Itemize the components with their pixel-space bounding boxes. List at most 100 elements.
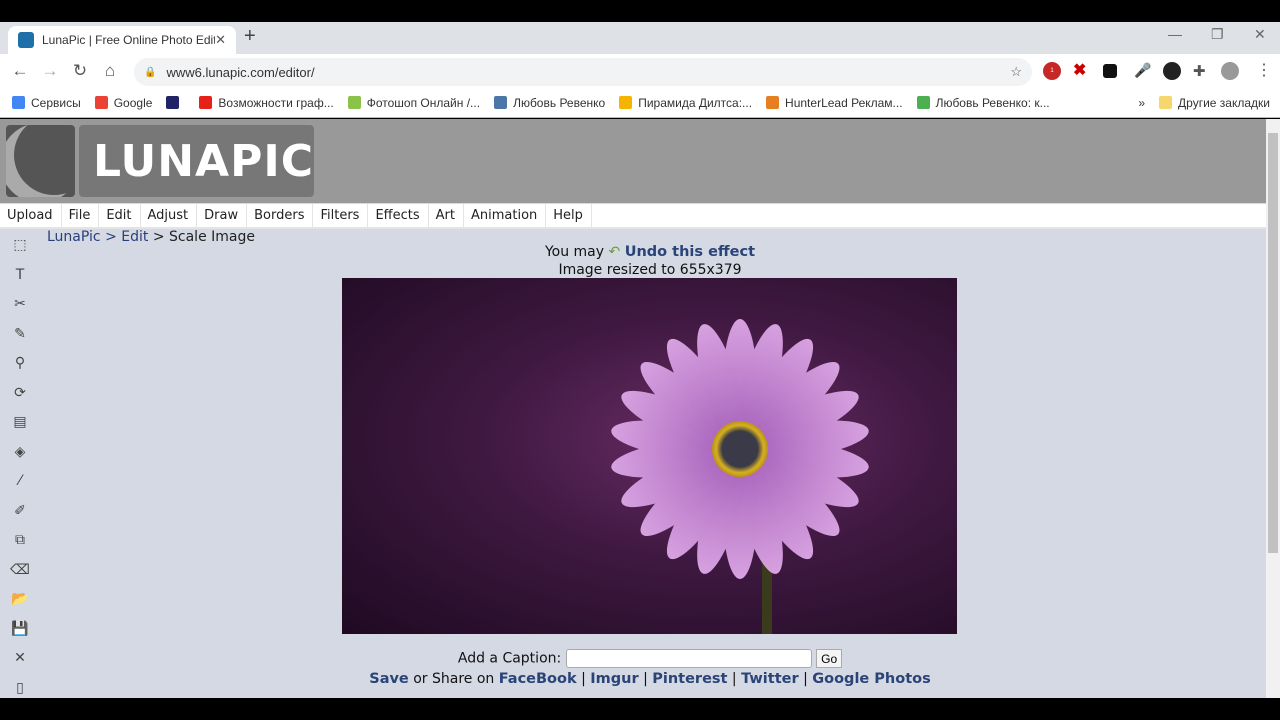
other-bookmarks[interactable]: Другие закладки (1159, 96, 1270, 110)
brush-icon[interactable]: ✐ (8, 503, 32, 533)
text-icon[interactable]: T (8, 267, 32, 297)
browser-tab[interactable]: LunaPic | Free Online Photo Editor ✕ (8, 26, 236, 54)
save-link[interactable]: Save (369, 671, 409, 687)
menu-help[interactable]: Help (546, 204, 592, 227)
menu-edit[interactable]: Edit (99, 204, 141, 227)
share-google-photos-link[interactable]: Google Photos (812, 671, 931, 687)
profile-avatar[interactable] (1221, 62, 1239, 80)
restore-button[interactable]: ❐ (1211, 26, 1224, 43)
page-scrollbar[interactable] (1266, 119, 1280, 698)
notice-text: You may (544, 244, 605, 260)
x-extension-icon[interactable]: ✖ (1073, 62, 1091, 80)
close-window-button[interactable]: ✕ (1254, 26, 1266, 43)
clone-icon[interactable]: ⧉ (8, 532, 32, 562)
tab-title: LunaPic | Free Online Photo Editor (42, 33, 216, 47)
browser-toolbar: ← → ↻ ⌂ 🔒 www6.lunapic.com/editor/ ☆ 1 ✖… (0, 54, 1280, 88)
bookmark-item[interactable]: Возможности граф... (199, 96, 334, 110)
extension-icon[interactable] (1103, 64, 1117, 78)
lunapic-favicon-icon (18, 32, 34, 48)
bookmark-item[interactable]: Пирамида Дилтса:... (619, 96, 752, 110)
menu-draw[interactable]: Draw (197, 204, 248, 227)
back-button[interactable]: ← (5, 61, 35, 81)
bookmark-label: Фотошоп Онлайн /... (366, 95, 481, 110)
bookmark-favicon-icon (199, 96, 213, 109)
breadcrumb-edit[interactable]: Edit (121, 229, 148, 245)
bookmark-star-icon[interactable]: ☆ (1010, 64, 1022, 80)
select-icon[interactable]: ⬚ (8, 237, 32, 267)
gradient-icon[interactable]: ▤ (8, 414, 32, 444)
folder-icon (1159, 96, 1173, 109)
go-button[interactable]: Go (816, 649, 843, 668)
undo-arrow-icon: ↶ (608, 244, 621, 260)
status-text: Image resized to 655x379 (558, 262, 742, 278)
menu-filters[interactable]: Filters (313, 204, 369, 227)
more-bookmarks-chevron-icon[interactable]: » (1138, 96, 1145, 110)
bookmarks-bar: Сервисы Google Возможности граф... Фотошоп … (0, 88, 1280, 118)
share-text: or Share on (413, 671, 495, 687)
bookmark-favicon-icon (94, 96, 108, 109)
caption-label: Add a Caption: (457, 650, 562, 667)
close-icon[interactable]: ✕ (8, 650, 32, 680)
magnifier-icon[interactable]: ⚲ (8, 355, 32, 385)
share-facebook-link[interactable]: FaceBook (499, 671, 577, 687)
reload-button[interactable]: ↻ (65, 61, 95, 81)
eyedropper-icon[interactable]: ⁄ (8, 473, 32, 503)
bookmark-item[interactable]: HunterLead Реклам... (766, 96, 903, 110)
scissors-icon[interactable]: ✂ (8, 296, 32, 326)
breadcrumb-sep: > (152, 229, 165, 245)
scrollbar-thumb[interactable] (1268, 133, 1278, 553)
paint-bucket-icon[interactable]: ◈ (8, 444, 32, 474)
edited-image-flower[interactable] (342, 278, 957, 634)
lunapic-logo[interactable]: LUNAPIC (6, 125, 314, 197)
bookmark-item[interactable] (166, 96, 185, 109)
pencil-icon[interactable]: ✎ (8, 326, 32, 356)
download-extension-icon[interactable] (1163, 62, 1181, 80)
lock-icon: 🔒 (144, 66, 157, 78)
open-folder-icon[interactable]: 📂 (8, 591, 32, 621)
breadcrumb-home[interactable]: LunaPic (47, 229, 101, 245)
share-imgur-link[interactable]: Imgur (590, 671, 638, 687)
close-tab-icon[interactable]: ✕ (215, 32, 226, 48)
menu-art[interactable]: Art (429, 204, 464, 227)
screen-bottom-bar (0, 698, 1280, 720)
minimize-button[interactable]: — (1168, 26, 1182, 42)
microphone-extension-icon[interactable]: 🎤 (1134, 62, 1152, 80)
menu-animation[interactable]: Animation (464, 204, 547, 227)
home-button[interactable]: ⌂ (95, 61, 125, 81)
menu-effects[interactable]: Effects (368, 204, 429, 227)
menu-borders[interactable]: Borders (247, 204, 314, 227)
save-icon[interactable]: 💾 (8, 621, 32, 651)
share-line: Save or Share on FaceBook | Imgur | Pint… (342, 671, 958, 687)
bookmark-favicon-icon (166, 96, 180, 109)
share-twitter-link[interactable]: Twitter (741, 671, 799, 687)
bookmark-item[interactable]: Фотошоп Онлайн /... (347, 95, 481, 110)
bookmark-label: Пирамида Дилтса:... (638, 95, 753, 110)
flower-center (712, 421, 768, 477)
moon-logo-icon (6, 125, 76, 197)
undo-link[interactable]: Undo this effect (625, 244, 755, 260)
bookmark-favicon-icon (766, 96, 780, 109)
bookmark-item[interactable]: Google (94, 96, 152, 110)
eraser-icon[interactable]: ⌫ (8, 562, 32, 592)
tool-sidebar: ⬚T✂✎⚲⟳▤◈⁄✐⧉⌫📂💾✕▯⎙ (8, 237, 32, 698)
new-tab-button[interactable]: + (244, 25, 256, 48)
share-pinterest-link[interactable]: Pinterest (652, 671, 727, 687)
adblock-extension-icon[interactable]: 1 (1043, 62, 1061, 80)
menu-upload[interactable]: Upload (0, 204, 62, 227)
menu-adjust[interactable]: Adjust (141, 204, 198, 227)
logo-text: LUNAPIC (79, 125, 314, 197)
menu-file[interactable]: File (62, 204, 100, 227)
extensions-puzzle-icon[interactable]: ✚ (1193, 62, 1211, 80)
bookmark-item[interactable]: Любовь Ревенко (494, 96, 605, 110)
bookmark-favicon-icon (347, 96, 361, 109)
forward-button[interactable]: → (35, 61, 65, 81)
bookmark-item[interactable]: Любовь Ревенко: к... (916, 96, 1050, 110)
menu-kebab-icon[interactable]: ⋮ (1256, 62, 1274, 80)
address-bar[interactable]: 🔒 www6.lunapic.com/editor/ ☆ (134, 58, 1032, 86)
caption-input[interactable] (565, 649, 812, 668)
bookmark-label: Сервисы (31, 95, 81, 110)
bookmark-favicon-icon (916, 96, 930, 109)
new-file-icon[interactable]: ▯ (8, 680, 32, 699)
bookmark-item[interactable]: Сервисы (12, 96, 81, 110)
rotate-icon[interactable]: ⟳ (8, 385, 32, 415)
